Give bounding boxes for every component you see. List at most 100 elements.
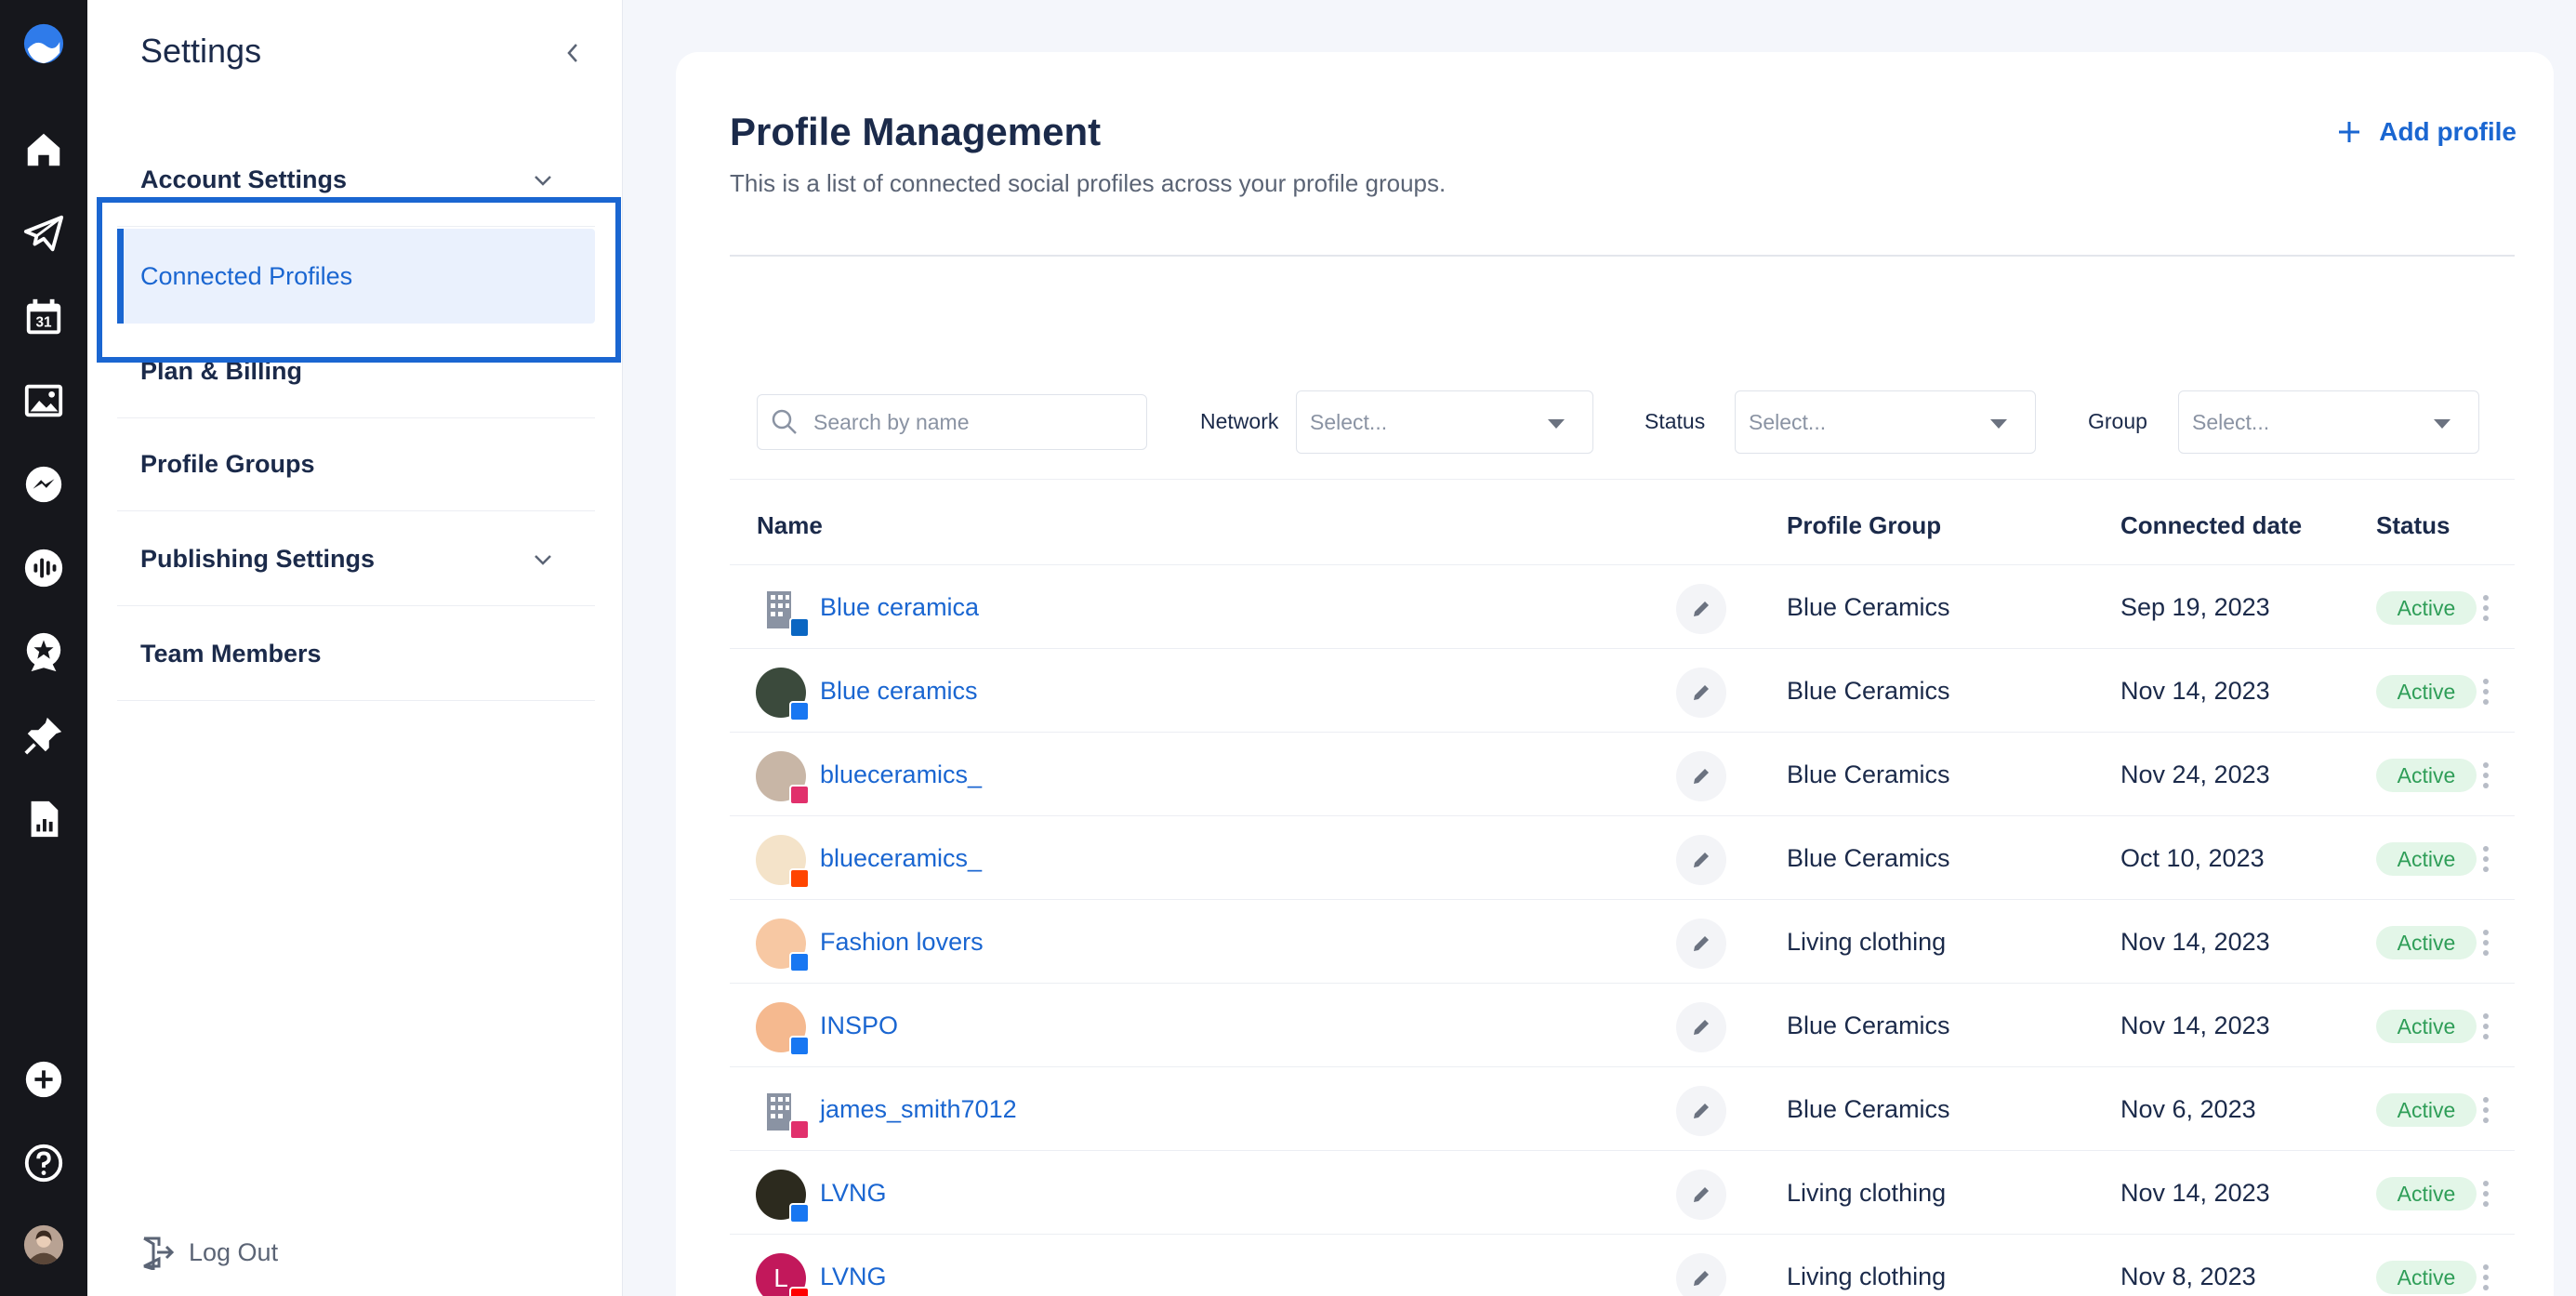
edit-profile-button[interactable] bbox=[1676, 1170, 1726, 1220]
more-options-icon[interactable] bbox=[2481, 762, 2490, 788]
pencil-icon bbox=[1694, 853, 1709, 867]
calendar-icon[interactable]: 31 bbox=[20, 294, 67, 340]
report-icon[interactable] bbox=[20, 796, 67, 842]
image-icon[interactable] bbox=[20, 377, 67, 424]
column-header-status[interactable]: Status bbox=[2376, 511, 2450, 540]
more-options-icon[interactable] bbox=[2481, 930, 2490, 956]
star-badge-icon[interactable] bbox=[20, 628, 67, 675]
table-row[interactable]: INSPO Blue Ceramics Nov 14, 2023 Active bbox=[730, 984, 2515, 1067]
more-options-icon[interactable] bbox=[2481, 595, 2490, 621]
filter-bar: Network Select... Status Select... Group… bbox=[730, 338, 2515, 480]
profile-name-link[interactable]: Blue ceramica bbox=[820, 593, 979, 622]
profile-name-link[interactable]: blueceramics_ bbox=[820, 760, 982, 789]
profile-name-link[interactable]: INSPO bbox=[820, 1012, 898, 1040]
caret-down-icon bbox=[1990, 419, 2007, 429]
profile-name-link[interactable]: blueceramics_ bbox=[820, 844, 982, 873]
edit-profile-button[interactable] bbox=[1676, 668, 1726, 718]
messenger-icon[interactable] bbox=[20, 461, 67, 508]
collapse-sidebar-icon[interactable] bbox=[563, 41, 582, 65]
more-options-icon[interactable] bbox=[2481, 1264, 2490, 1290]
settings-sidebar: Settings Account Settings Connected Prof… bbox=[87, 0, 623, 1296]
table-row[interactable]: Fashion lovers Living clothing Nov 14, 202… bbox=[730, 900, 2515, 984]
status-badge: Active bbox=[2376, 842, 2477, 876]
edit-profile-button[interactable] bbox=[1676, 751, 1726, 801]
profile-group-cell: Blue Ceramics bbox=[1787, 593, 1950, 621]
pencil-icon bbox=[1694, 769, 1709, 784]
plus-icon bbox=[2339, 122, 2360, 142]
status-badge: Active bbox=[2376, 1177, 2477, 1210]
edit-profile-button[interactable] bbox=[1676, 1086, 1726, 1136]
column-header-name[interactable]: Name bbox=[757, 511, 823, 540]
plus-circle-icon[interactable] bbox=[20, 1056, 67, 1103]
audio-waves-icon[interactable] bbox=[20, 545, 67, 591]
logout-button[interactable]: Log Out bbox=[140, 1235, 278, 1270]
status-select[interactable]: Select... bbox=[1735, 390, 2036, 454]
table-row[interactable]: Blue ceramica Blue Ceramics Sep 19, 2023 Ac… bbox=[730, 565, 2515, 649]
group-select-value: Select... bbox=[2192, 409, 2270, 434]
search-input[interactable] bbox=[813, 409, 1129, 435]
edit-profile-button[interactable] bbox=[1676, 1002, 1726, 1052]
highlight-annotation bbox=[97, 197, 621, 363]
user-avatar[interactable] bbox=[20, 1222, 67, 1268]
profile-name-link[interactable]: LVNG bbox=[820, 1263, 887, 1291]
pin-icon[interactable] bbox=[20, 712, 67, 759]
more-options-icon[interactable] bbox=[2481, 1181, 2490, 1207]
chevron-down-icon bbox=[535, 176, 551, 186]
status-badge: Active bbox=[2376, 759, 2477, 792]
column-header-profile-group[interactable]: Profile Group bbox=[1787, 511, 1941, 540]
column-header-connected-date[interactable]: Connected date bbox=[2120, 511, 2302, 540]
profile-name-link[interactable]: Blue ceramics bbox=[820, 677, 978, 706]
pencil-icon bbox=[1694, 936, 1709, 951]
search-box[interactable] bbox=[757, 394, 1147, 450]
table-header: Name Profile Group Connected date Status bbox=[730, 480, 2515, 565]
edit-profile-button[interactable] bbox=[1676, 919, 1726, 969]
linkedin-icon bbox=[789, 617, 810, 638]
table-row[interactable]: Blue ceramics Blue Ceramics Nov 14, 2023 Ac… bbox=[730, 649, 2515, 733]
edit-profile-button[interactable] bbox=[1676, 584, 1726, 634]
edit-profile-button[interactable] bbox=[1676, 1253, 1726, 1296]
network-select[interactable]: Select... bbox=[1296, 390, 1593, 454]
table-row[interactable]: LVNG Living clothing Nov 14, 2023 Active bbox=[730, 1151, 2515, 1235]
profile-name-link[interactable]: Fashion lovers bbox=[820, 928, 984, 957]
avatar-letter: L bbox=[773, 1263, 788, 1292]
sidebar-item-publishing-settings[interactable]: Publishing Settings bbox=[117, 513, 595, 606]
reddit-icon bbox=[789, 868, 810, 889]
paper-plane-icon[interactable] bbox=[20, 210, 67, 257]
caret-down-icon bbox=[2434, 419, 2451, 429]
table-row[interactable]: L LVNG Living clothing Nov 8, 2023 Active bbox=[730, 1235, 2515, 1296]
more-options-icon[interactable] bbox=[2481, 1097, 2490, 1123]
sidebar-item-label: Team Members bbox=[140, 640, 322, 668]
profile-name-link[interactable]: LVNG bbox=[820, 1179, 887, 1208]
connected-date-cell: Nov 14, 2023 bbox=[2120, 1179, 2270, 1207]
sidebar-item-profile-groups[interactable]: Profile Groups bbox=[117, 418, 595, 511]
profile-group-cell: Living clothing bbox=[1787, 928, 1947, 956]
connected-date-cell: Nov 8, 2023 bbox=[2120, 1263, 2256, 1290]
help-icon[interactable] bbox=[20, 1140, 67, 1186]
home-icon[interactable] bbox=[20, 126, 67, 173]
sidebar-item-label: Profile Groups bbox=[140, 450, 315, 478]
connected-date-cell: Nov 14, 2023 bbox=[2120, 1012, 2270, 1039]
more-options-icon[interactable] bbox=[2481, 846, 2490, 872]
group-select[interactable]: Select... bbox=[2178, 390, 2479, 454]
table-row[interactable]: blueceramics_ Blue Ceramics Oct 10, 2023 Ac… bbox=[730, 816, 2515, 900]
status-select-value: Select... bbox=[1749, 409, 1827, 434]
table-row[interactable]: blueceramics_ Blue Ceramics Nov 24, 2023 Ac… bbox=[730, 733, 2515, 816]
pencil-icon bbox=[1694, 1020, 1709, 1035]
pencil-icon bbox=[1694, 1104, 1709, 1118]
logo-icon[interactable] bbox=[20, 20, 67, 67]
caret-down-icon bbox=[1548, 419, 1565, 429]
connected-date-cell: Oct 10, 2023 bbox=[2120, 844, 2265, 872]
more-options-icon[interactable] bbox=[2481, 679, 2490, 705]
sidebar-item-team-members[interactable]: Team Members bbox=[117, 608, 595, 701]
profile-name-link[interactable]: james_smith7012 bbox=[820, 1095, 1017, 1124]
add-profile-button[interactable]: Add profile bbox=[2336, 117, 2517, 147]
more-options-icon[interactable] bbox=[2481, 1013, 2490, 1039]
pencil-icon bbox=[1694, 602, 1709, 616]
group-filter-label: Group bbox=[2088, 409, 2147, 433]
logout-label: Log Out bbox=[189, 1237, 279, 1266]
facebook-icon bbox=[789, 952, 810, 972]
page-title: Profile Management bbox=[730, 110, 1102, 153]
profile-group-cell: Living clothing bbox=[1787, 1179, 1947, 1207]
table-row[interactable]: james_smith7012 Blue Ceramics Nov 6, 2023 A… bbox=[730, 1067, 2515, 1151]
edit-profile-button[interactable] bbox=[1676, 835, 1726, 885]
